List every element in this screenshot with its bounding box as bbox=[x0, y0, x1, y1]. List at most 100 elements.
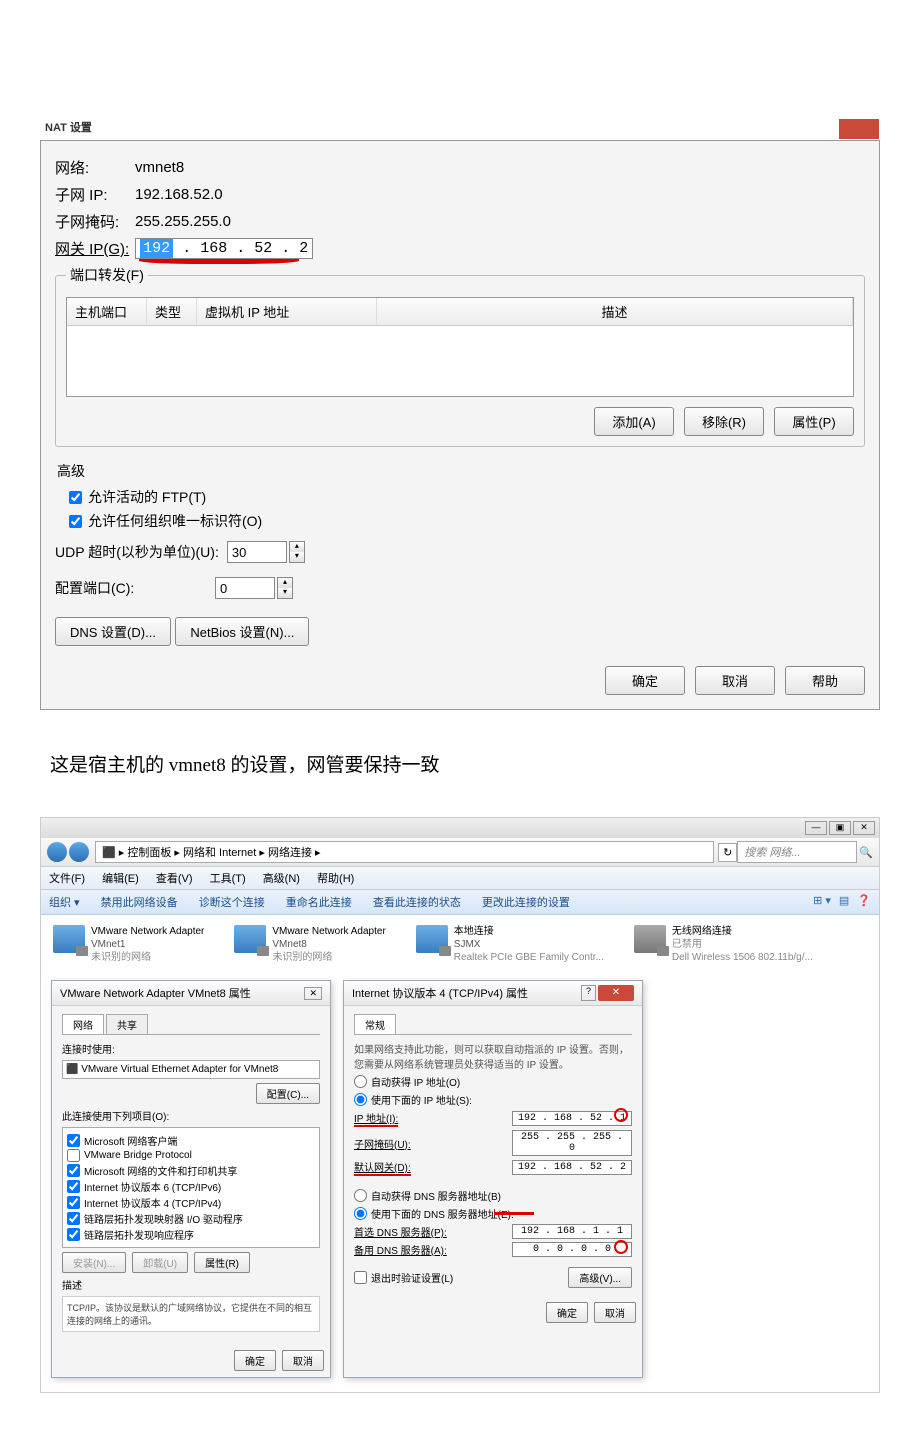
menu-bar: 文件(F) 编辑(E) 查看(V) 工具(T) 高级(N) 帮助(H) bbox=[41, 867, 879, 890]
udp-spinner[interactable]: ▴▾ bbox=[289, 541, 305, 563]
cancel-button[interactable]: 取消 bbox=[282, 1350, 324, 1371]
advanced-button[interactable]: 高级(V)... bbox=[568, 1267, 632, 1288]
gateway-label: 网关 IP(G): bbox=[55, 238, 129, 259]
item-checkbox[interactable] bbox=[67, 1134, 80, 1147]
maximize-icon[interactable]: ▣ bbox=[829, 821, 851, 835]
item-checkbox[interactable] bbox=[67, 1196, 80, 1209]
adapter-status: Dell Wireless 1506 802.11b/g/... bbox=[672, 951, 813, 964]
item-checkbox[interactable] bbox=[67, 1228, 80, 1241]
menu-view[interactable]: 查看(V) bbox=[156, 873, 193, 885]
gateway-ip-rest: . 168 . 52 . 2 bbox=[173, 240, 308, 257]
mask-row: 子网掩码: 255.255.255.0 bbox=[55, 211, 865, 232]
close-icon[interactable]: ✕ bbox=[853, 821, 875, 835]
uninstall-button[interactable]: 卸载(U) bbox=[132, 1252, 188, 1273]
help-button[interactable]: 帮助 bbox=[785, 666, 865, 695]
gateway-row: 网关 IP(G): 192 . 168 . 52 . 2 bbox=[55, 238, 865, 259]
cancel-button[interactable]: 取消 bbox=[594, 1302, 636, 1323]
close-icon[interactable]: ✕ bbox=[304, 987, 322, 1000]
dns-settings-button[interactable]: DNS 设置(D)... bbox=[55, 617, 171, 646]
description-text: TCP/IP。该协议是默认的广域网络协议，它提供在不同的相互连接的网络上的通讯。 bbox=[62, 1296, 320, 1332]
adapter-sub: 已禁用 bbox=[672, 938, 813, 951]
search-icon[interactable]: 🔍 bbox=[859, 846, 873, 859]
forward-icon[interactable] bbox=[69, 842, 89, 862]
validate-checkbox[interactable] bbox=[354, 1271, 367, 1284]
oui-checkbox[interactable] bbox=[69, 515, 82, 528]
config-port-input[interactable] bbox=[215, 577, 275, 599]
tab-general[interactable]: 常规 bbox=[354, 1014, 396, 1034]
config-port-label: 配置端口(C): bbox=[55, 578, 207, 598]
menu-edit[interactable]: 编辑(E) bbox=[102, 873, 139, 885]
back-icon[interactable] bbox=[47, 842, 67, 862]
netbios-settings-button[interactable]: NetBios 设置(N)... bbox=[175, 617, 309, 646]
ok-button[interactable]: 确定 bbox=[546, 1302, 588, 1323]
remove-button[interactable]: 移除(R) bbox=[684, 407, 764, 436]
breadcrumb[interactable]: ⬛ ▸ 控制面板 ▸ 网络和 Internet ▸ 网络连接 ▸ bbox=[95, 841, 714, 863]
spinner-down-icon[interactable]: ▾ bbox=[290, 552, 304, 562]
close-icon[interactable] bbox=[839, 119, 879, 139]
tool-disable[interactable]: 禁用此网络设备 bbox=[101, 897, 178, 909]
item-checkbox[interactable] bbox=[67, 1149, 80, 1162]
tool-change[interactable]: 更改此连接的设置 bbox=[482, 897, 570, 909]
radio-auto-dns[interactable] bbox=[354, 1189, 367, 1202]
protocol-list[interactable]: Microsoft 网络客户端 VMware Bridge Protocol M… bbox=[62, 1127, 320, 1248]
tool-diagnose[interactable]: 诊断这个连接 bbox=[199, 897, 265, 909]
item-checkbox[interactable] bbox=[67, 1180, 80, 1193]
item-checkbox[interactable] bbox=[67, 1212, 80, 1225]
help-icon[interactable]: ? bbox=[581, 985, 596, 1001]
adapter-icon bbox=[234, 925, 266, 953]
udp-timeout-input[interactable] bbox=[227, 541, 287, 563]
tab-network[interactable]: 网络 bbox=[62, 1014, 104, 1034]
install-button[interactable]: 安装(N)... bbox=[62, 1252, 126, 1273]
adapter-properties-dialog: VMware Network Adapter VMnet8 属性 ✕ 网络 共享… bbox=[51, 980, 331, 1378]
dns1-input[interactable]: 192 . 168 . 1 . 1 bbox=[512, 1224, 632, 1239]
adapter-item[interactable]: VMware Network Adapter VMnet1 未识别的网络 bbox=[53, 925, 204, 964]
radio-auto-ip[interactable] bbox=[354, 1075, 367, 1088]
minimize-icon[interactable]: — bbox=[805, 821, 827, 835]
preview-icon[interactable]: ▤ bbox=[839, 894, 849, 910]
tab-strip: 常规 bbox=[354, 1014, 632, 1035]
configure-button[interactable]: 配置(C)... bbox=[256, 1083, 320, 1104]
adapter-item[interactable]: VMware Network Adapter VMnet8 未识别的网络 bbox=[234, 925, 385, 964]
dns2-label: 备用 DNS 服务器(A): bbox=[354, 1242, 447, 1257]
network-label: 网络: bbox=[55, 157, 135, 178]
adapter-item[interactable]: 无线网络连接 已禁用 Dell Wireless 1506 802.11b/g/… bbox=[634, 925, 813, 964]
radio-manual-dns[interactable] bbox=[354, 1207, 367, 1220]
tool-status[interactable]: 查看此连接的状态 bbox=[373, 897, 461, 909]
config-port-spinner[interactable]: ▴▾ bbox=[277, 577, 293, 599]
ftp-checkbox[interactable] bbox=[69, 491, 82, 504]
close-icon[interactable]: ✕ bbox=[598, 985, 634, 1001]
tab-sharing[interactable]: 共享 bbox=[106, 1014, 148, 1034]
cancel-button[interactable]: 取消 bbox=[695, 666, 775, 695]
menu-help[interactable]: 帮助(H) bbox=[317, 873, 354, 885]
properties-button[interactable]: 属性(P) bbox=[774, 407, 854, 436]
adapter-status: 未识别的网络 bbox=[91, 951, 204, 964]
spinner-down-icon[interactable]: ▾ bbox=[278, 588, 292, 598]
adapter-icon bbox=[416, 925, 448, 953]
mask-input[interactable]: 255 . 255 . 255 . 0 bbox=[512, 1130, 632, 1156]
port-forward-group: 端口转发(F) 主机端口 类型 虚拟机 IP 地址 描述 添加(A) 移除(R)… bbox=[55, 265, 865, 447]
port-forward-buttons: 添加(A) 移除(R) 属性(P) bbox=[66, 407, 854, 436]
th-vm-ip[interactable]: 虚拟机 IP 地址 bbox=[197, 298, 377, 325]
gateway-input[interactable]: 192 . 168 . 52 . 2 bbox=[512, 1160, 632, 1175]
item-checkbox[interactable] bbox=[67, 1164, 80, 1177]
view-icon[interactable]: ⊞ ▾ bbox=[813, 894, 831, 910]
tool-organize[interactable]: 组织 ▾ bbox=[49, 897, 80, 909]
th-type[interactable]: 类型 bbox=[147, 298, 197, 325]
menu-tools[interactable]: 工具(T) bbox=[210, 873, 246, 885]
menu-file[interactable]: 文件(F) bbox=[49, 873, 85, 885]
add-button[interactable]: 添加(A) bbox=[594, 407, 674, 436]
menu-advanced[interactable]: 高级(N) bbox=[263, 873, 300, 885]
connect-using-label: 连接时使用: bbox=[62, 1041, 320, 1056]
search-input[interactable]: 搜索 网络... bbox=[737, 841, 857, 863]
adapter-item[interactable]: 本地连接 SJMX Realtek PCIe GBE Family Contr.… bbox=[416, 925, 604, 964]
refresh-icon[interactable]: ↻ bbox=[718, 843, 737, 862]
help-icon[interactable]: ❓ bbox=[857, 894, 871, 910]
radio-manual-ip[interactable] bbox=[354, 1093, 367, 1106]
ok-button[interactable]: 确定 bbox=[234, 1350, 276, 1371]
th-host-port[interactable]: 主机端口 bbox=[67, 298, 147, 325]
item-properties-button[interactable]: 属性(R) bbox=[194, 1252, 250, 1273]
port-forward-table[interactable]: 主机端口 类型 虚拟机 IP 地址 描述 bbox=[66, 297, 854, 397]
ok-button[interactable]: 确定 bbox=[605, 666, 685, 695]
tool-rename[interactable]: 重命名此连接 bbox=[286, 897, 352, 909]
th-description[interactable]: 描述 bbox=[377, 298, 853, 325]
